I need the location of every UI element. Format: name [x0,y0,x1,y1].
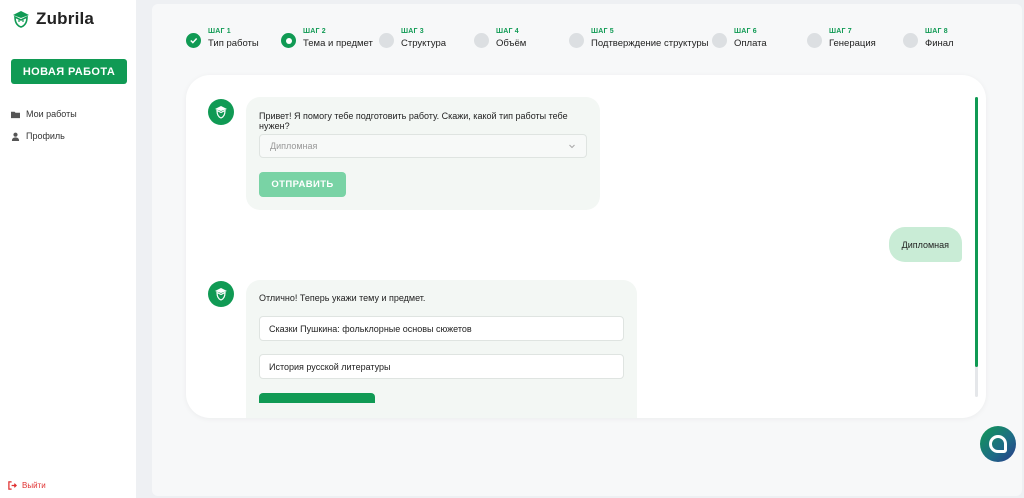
step-name: Тип работы [208,38,259,49]
step-name: Объём [496,38,527,49]
assistant-message-text: Отлично! Теперь укажи тему и предмет. [259,293,426,303]
logo-text: Zubrila [36,9,95,28]
step-name: Генерация [829,38,876,49]
main-panel: ШАГ 1 Тип работы ШАГ 2 Тема и предмет ШАГ … [152,4,1022,496]
step-label: ШАГ 5 [591,28,614,35]
sidebar: Zubrila НОВАЯ РАБОТА Мои работы Профиль … [0,0,136,498]
user-message: Дипломная [888,227,962,262]
check-icon [186,33,201,48]
step-label: ШАГ 6 [734,28,757,35]
assistant-message-1: Привет! Я помогу тебе подготовить работу… [246,97,600,210]
step-label: ШАГ 4 [496,28,519,35]
bison-avatar-icon [215,288,227,301]
step-label: ШАГ 7 [829,28,852,35]
step-name: Структура [401,38,447,49]
folder-icon [11,111,20,118]
new-work-button[interactable]: НОВАЯ РАБОТА [11,59,127,84]
step-label: ШАГ 3 [401,28,424,35]
topic-input[interactable] [259,316,624,341]
step-7[interactable]: ШАГ 7 Генерация [807,28,876,49]
step-name: Оплата [734,38,767,49]
logo[interactable]: Zubrila [11,8,125,30]
sidebar-item-my-works[interactable]: Мои работы [11,103,125,125]
assistant-avatar [208,99,234,125]
bison-avatar-icon [215,106,227,119]
subject-input[interactable] [259,354,624,379]
bison-logo-icon [13,11,29,28]
current-step-icon [281,33,296,48]
step-name: Подтверждение структуры [591,38,709,49]
work-type-select[interactable]: Дипломная [259,134,587,158]
pending-step-icon [474,33,489,48]
step-5[interactable]: ШАГ 5 Подтверждение структуры [569,28,708,49]
chat-scrollbar[interactable] [975,97,978,397]
step-name: Финал [925,38,954,49]
sidebar-item-label: Мои работы [26,109,77,119]
step-name: Тема и предмет [303,38,373,49]
user-icon [11,132,20,141]
pending-step-icon [569,33,584,48]
stepper: ШАГ 1 Тип работы ШАГ 2 Тема и предмет ШАГ … [152,28,1022,58]
select-value: Дипломная [270,141,318,151]
logout-icon [8,481,17,490]
pending-step-icon [379,33,394,48]
sidebar-item-label: Профиль [26,131,65,141]
logout-label: Выйти [22,481,46,490]
pending-step-icon [807,33,822,48]
step-2[interactable]: ШАГ 2 Тема и предмет [281,28,373,49]
logout-link[interactable]: Выйти [8,481,46,490]
scrollbar-thumb[interactable] [975,97,978,367]
step-label: ШАГ 8 [925,28,948,35]
send-button[interactable]: ОТПРАВИТЬ [259,172,346,197]
pending-step-icon [903,33,918,48]
assistant-message-text: Привет! Я помогу тебе подготовить работу… [259,111,568,131]
sidebar-item-profile[interactable]: Профиль [11,125,125,147]
step-6[interactable]: ШАГ 6 Оплата [712,28,767,49]
step-4[interactable]: ШАГ 4 Объём [474,28,526,49]
chat-bubble-icon [989,435,1007,453]
step-8[interactable]: ШАГ 8 Финал [903,28,954,49]
assistant-message-2: Отлично! Теперь укажи тему и предмет. [246,280,637,418]
step-1[interactable]: ШАГ 1 Тип работы [186,28,259,49]
support-chat-button[interactable] [980,426,1016,462]
sidebar-nav: Мои работы Профиль [11,103,125,147]
step-label: ШАГ 1 [208,28,231,35]
chat-card: Привет! Я помогу тебе подготовить работу… [186,75,986,418]
pending-step-icon [712,33,727,48]
submit-button-partial[interactable] [259,393,375,403]
step-3[interactable]: ШАГ 3 Структура [379,28,446,49]
assistant-avatar [208,281,234,307]
step-label: ШАГ 2 [303,28,326,35]
chevron-down-icon [569,144,575,149]
